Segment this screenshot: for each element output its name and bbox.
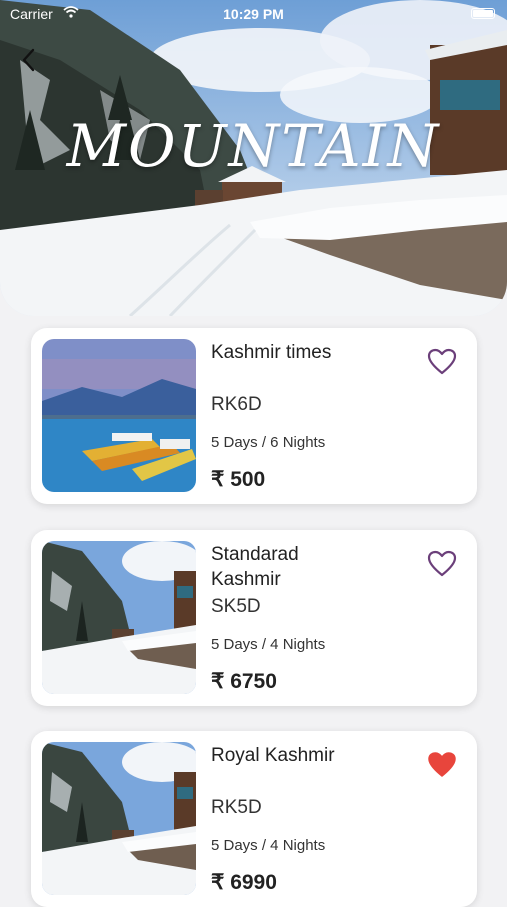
package-card[interactable]: Kashmir times RK6D 5 Days / 6 Nights ₹ 5… [31, 328, 477, 504]
package-card[interactable]: Standarad Kashmir SK5D 5 Days / 4 Nights… [31, 530, 477, 706]
package-duration: 5 Days / 6 Nights [211, 434, 326, 451]
favorite-button[interactable] [427, 348, 457, 376]
package-price: ₹ 6990 [211, 871, 277, 894]
battery-icon [471, 8, 495, 19]
favorite-button[interactable] [427, 751, 457, 779]
chevron-left-icon [22, 48, 35, 72]
heart-outline-icon [427, 550, 457, 577]
package-price: ₹ 500 [211, 468, 266, 491]
package-thumbnail [42, 742, 196, 895]
heart-outline-icon [427, 348, 457, 375]
package-duration: 5 Days / 4 Nights [211, 837, 326, 854]
package-code: RK6D [211, 394, 262, 415]
package-thumbnail [42, 541, 196, 694]
package-name: Kashmir times [211, 342, 332, 363]
package-code: RK5D [211, 797, 262, 818]
package-name: Royal Kashmir [211, 745, 335, 766]
status-time: 10:29 PM [223, 6, 284, 22]
package-code: SK5D [211, 596, 261, 617]
page-title: MOUNTAIN [66, 112, 441, 180]
back-button[interactable] [14, 42, 42, 78]
package-name: Standarad Kashmir [211, 544, 299, 590]
package-duration: 5 Days / 4 Nights [211, 636, 326, 653]
status-bar: Carrier 10:29 PM [0, 0, 507, 28]
package-thumbnail [42, 339, 196, 492]
heart-filled-icon [428, 752, 456, 777]
package-card[interactable]: Royal Kashmir RK5D 5 Days / 4 Nights ₹ 6… [31, 731, 477, 907]
hero-banner: Carrier 10:29 PM MOUNTAIN [0, 0, 507, 316]
package-price: ₹ 6750 [211, 670, 277, 693]
favorite-button[interactable] [427, 550, 457, 578]
